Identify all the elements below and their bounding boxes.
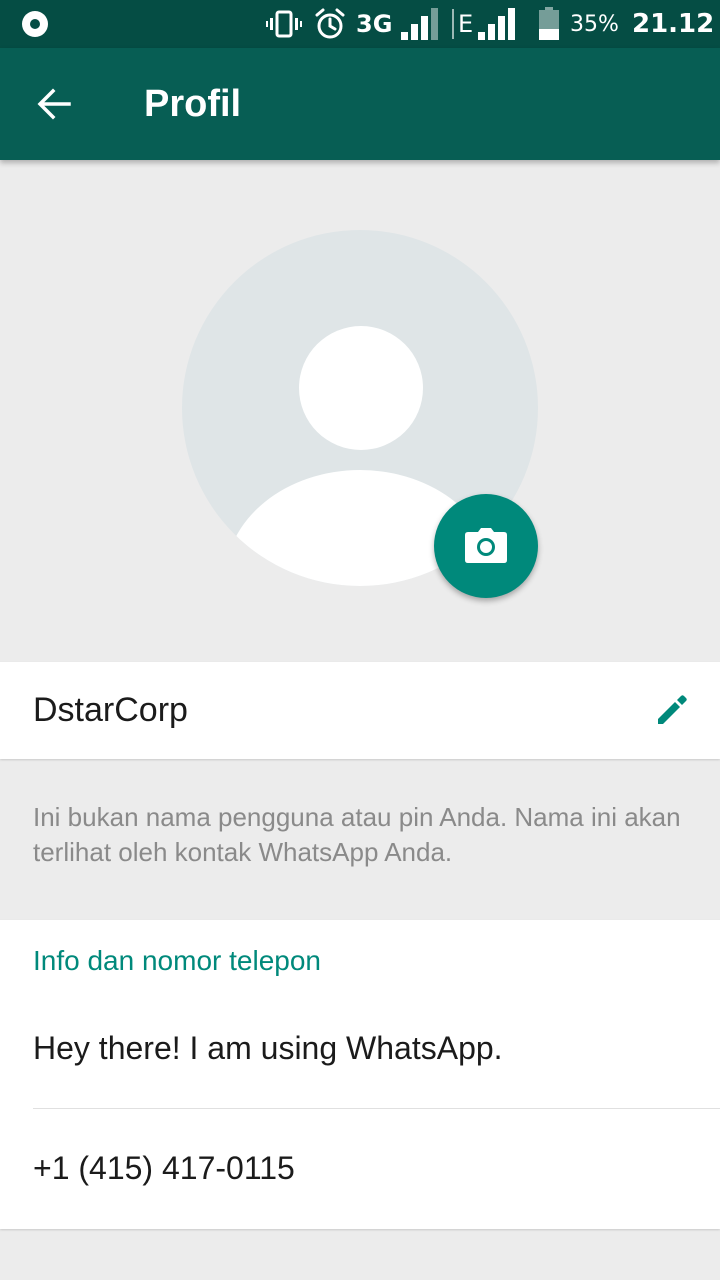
network-3g-label: 3G — [356, 10, 393, 38]
clock-time: 21.12 — [632, 9, 715, 39]
vibrate-icon — [266, 0, 302, 48]
about-text: Hey there! I am using WhatsApp. — [33, 1030, 503, 1066]
profile-name: DstarCorp — [33, 691, 188, 729]
battery-icon — [538, 0, 560, 48]
pencil-icon — [658, 695, 687, 724]
signal-icon — [399, 0, 439, 48]
default-avatar-icon — [299, 326, 423, 450]
change-photo-button[interactable] — [434, 494, 538, 598]
back-button[interactable] — [24, 76, 84, 132]
alarm-icon — [314, 0, 346, 48]
page-title: Profil — [144, 82, 242, 125]
phone-number: +1 (415) 417-0115 — [33, 1150, 295, 1186]
record-icon — [22, 11, 48, 37]
back-arrow-icon — [37, 88, 71, 120]
name-hint: Ini bukan nama pengguna atau pin Anda. N… — [33, 802, 681, 867]
toolbar: Profil — [0, 48, 720, 160]
name-row[interactable]: DstarCorp — [0, 662, 720, 759]
battery-percent: 35% — [570, 11, 619, 37]
network-e-label: E — [458, 10, 474, 38]
camera-icon — [465, 528, 507, 563]
info-heading: Info dan nomor telepon — [33, 945, 321, 976]
edit-name-button[interactable] — [648, 686, 696, 734]
status-bar: 3G E 35% 21.12 — [0, 0, 720, 48]
data-arrows-icon — [448, 0, 458, 48]
signal-icon — [476, 0, 516, 48]
